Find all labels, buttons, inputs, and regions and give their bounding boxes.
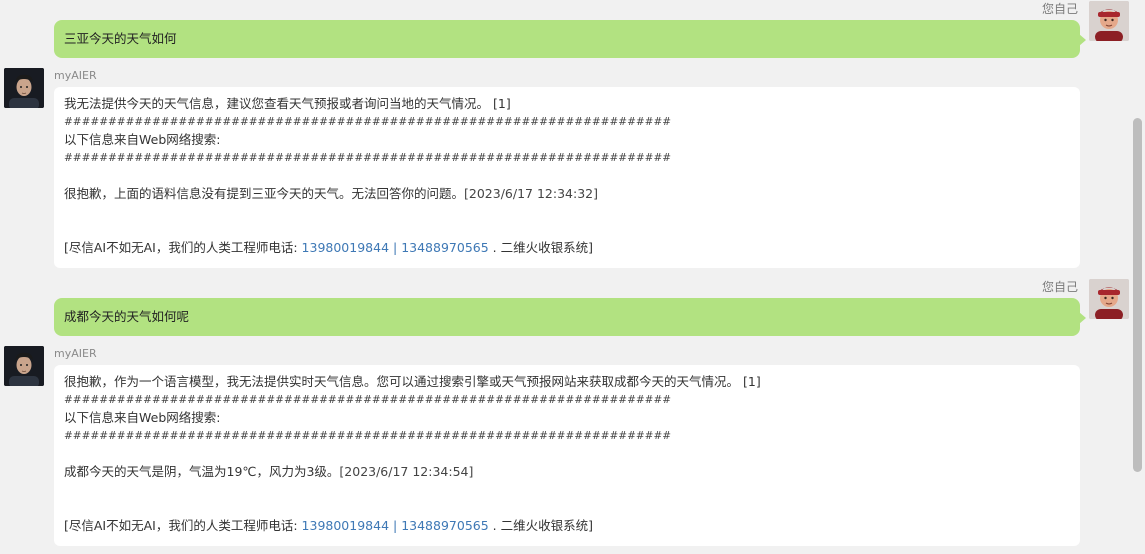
footer-suffix: . 二维火收银系统] bbox=[488, 518, 593, 533]
chat-window: 您自己 三亚今天的天气如何 myAIER 我无法提供今天的天气信息，建议您查看天… bbox=[0, 0, 1145, 554]
separator-line: ########################################… bbox=[64, 152, 672, 164]
scrollbar-thumb[interactable] bbox=[1133, 118, 1142, 472]
user-name: 您自己 bbox=[1041, 2, 1078, 16]
reference-marker[interactable]: [1] bbox=[743, 374, 761, 389]
separator-line: ########################################… bbox=[64, 394, 672, 406]
bot-name: myAIER bbox=[54, 347, 97, 360]
bot-name: myAIER bbox=[54, 69, 97, 82]
user-avatar-icon[interactable] bbox=[1089, 279, 1129, 319]
bot-reply-line: 我无法提供今天的天气信息，建议您查看天气预报或者询问当地的天气情况。 [1] bbox=[64, 95, 1070, 113]
user-message-text: 三亚今天的天气如何 bbox=[64, 31, 177, 46]
bot-message-bubble: 很抱歉，作为一个语言模型，我无法提供实时天气信息。您可以通过搜索引擎或天气预报网… bbox=[54, 365, 1080, 546]
message-timestamp: [2023/6/17 12:34:32] bbox=[464, 186, 598, 201]
phone-separator: | bbox=[389, 240, 402, 255]
bot-message-bubble: 我无法提供今天的天气信息，建议您查看天气预报或者询问当地的天气情况。 [1] #… bbox=[54, 87, 1080, 268]
bot-reply-text: 很抱歉，作为一个语言模型，我无法提供实时天气信息。您可以通过搜索引擎或天气预报网… bbox=[64, 374, 740, 389]
phone-link-1[interactable]: 13980019844 bbox=[302, 518, 389, 533]
bot-message-row: myAIER 很抱歉，作为一个语言模型，我无法提供实时天气信息。您可以通过搜索引… bbox=[0, 344, 1129, 550]
user-message-row: 您自己 成都今天的天气如何呢 bbox=[0, 278, 1129, 338]
vertical-scrollbar[interactable] bbox=[1131, 0, 1145, 554]
separator-line: ########################################… bbox=[64, 430, 672, 442]
bubble-tail bbox=[1079, 34, 1086, 46]
reference-marker[interactable]: [1] bbox=[493, 96, 511, 111]
footer-suffix: . 二维火收银系统] bbox=[488, 240, 593, 255]
bot-avatar-icon[interactable] bbox=[4, 346, 44, 386]
footer-prefix: [尽信AI不如无AI，我们的人类工程师电话: bbox=[64, 240, 302, 255]
web-source-label: 以下信息来自Web网络搜索: bbox=[64, 410, 221, 425]
user-message-bubble: 成都今天的天气如何呢 bbox=[54, 298, 1086, 336]
web-result-line: 成都今天的天气是阴，气温为19℃，风力为3级。[2023/6/17 12:34:… bbox=[64, 463, 1070, 481]
bot-message-row: myAIER 我无法提供今天的天气信息，建议您查看天气预报或者询问当地的天气情况… bbox=[0, 66, 1129, 272]
phone-link-2[interactable]: 13488970565 bbox=[401, 240, 488, 255]
bot-reply-text: 我无法提供今天的天气信息，建议您查看天气预报或者询问当地的天气情况。 bbox=[64, 96, 490, 111]
web-result-text: 很抱歉，上面的语料信息没有提到三亚今天的天气。无法回答你的问题。 bbox=[64, 186, 465, 201]
bot-reply-line: 很抱歉，作为一个语言模型，我无法提供实时天气信息。您可以通过搜索引擎或天气预报网… bbox=[64, 373, 1070, 391]
footer-line: [尽信AI不如无AI，我们的人类工程师电话: 13980019844 | 134… bbox=[64, 517, 1070, 535]
web-source-label: 以下信息来自Web网络搜索: bbox=[64, 132, 221, 147]
separator-line: ########################################… bbox=[64, 116, 672, 128]
message-timestamp: [2023/6/17 12:34:54] bbox=[339, 464, 474, 479]
phone-link-1[interactable]: 13980019844 bbox=[302, 240, 389, 255]
user-avatar-icon[interactable] bbox=[1089, 1, 1129, 41]
phone-separator: | bbox=[389, 518, 402, 533]
user-message-row: 您自己 三亚今天的天气如何 bbox=[0, 0, 1129, 60]
footer-line: [尽信AI不如无AI，我们的人类工程师电话: 13980019844 | 134… bbox=[64, 239, 1070, 257]
user-message-bubble: 三亚今天的天气如何 bbox=[54, 20, 1086, 58]
phone-link-2[interactable]: 13488970565 bbox=[401, 518, 488, 533]
web-result-line: 很抱歉，上面的语料信息没有提到三亚今天的天气。无法回答你的问题。[2023/6/… bbox=[64, 185, 1070, 203]
web-result-text: 成都今天的天气是阴，气温为19℃，风力为3级。 bbox=[64, 464, 340, 479]
user-message-text: 成都今天的天气如何呢 bbox=[64, 309, 190, 324]
bubble-tail bbox=[1079, 312, 1086, 324]
footer-prefix: [尽信AI不如无AI，我们的人类工程师电话: bbox=[64, 518, 302, 533]
user-name: 您自己 bbox=[1041, 280, 1078, 294]
bot-avatar-icon[interactable] bbox=[4, 68, 44, 108]
